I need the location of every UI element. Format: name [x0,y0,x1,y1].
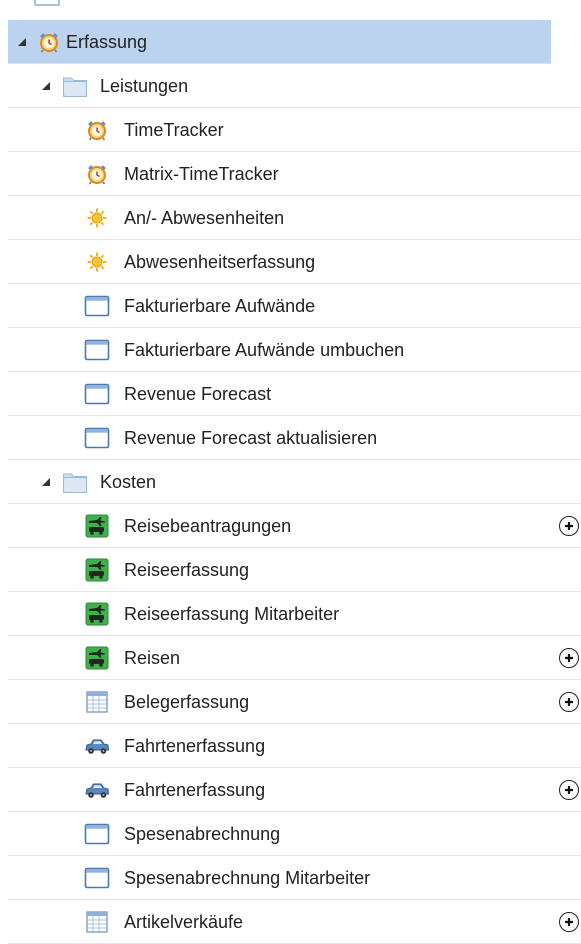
tree-label: Leistungen [100,76,189,96]
alarm-clock-icon [38,31,60,53]
tree-label: Fakturierbare Aufwände umbuchen [124,340,405,360]
tree-label: Matrix-TimeTracker [124,164,279,184]
tree-label: Belegerfassung [124,692,250,712]
tree-label: Reisen [124,648,181,668]
window-icon [84,382,110,406]
sun-icon [84,206,110,230]
travel-icon [84,602,110,626]
add-button[interactable] [559,911,579,932]
spreadsheet-icon [84,690,110,714]
tree-label: Artikelverkäufe [124,912,244,932]
add-button[interactable] [559,515,579,536]
tree-item-an-abwesenheiten[interactable]: An/- Abwesenheiten [8,196,581,240]
alarm-clock-icon [84,162,110,186]
tree-item-belegerfassung[interactable]: Belegerfassung [8,680,581,724]
window-icon [84,338,110,362]
tree-label: Fahrtenerfassung [124,736,266,756]
expand-toggle-icon[interactable] [42,82,50,90]
spreadsheet-icon [84,910,110,934]
expand-toggle-icon[interactable] [18,38,26,46]
tree-label: Fahrtenerfassung [124,780,266,800]
tree-label: Kosten [100,472,157,492]
tree-item-reiseerfassung-mitarbeiter[interactable]: Reiseerfassung Mitarbeiter [8,592,581,636]
tree-item-timetracker[interactable]: TimeTracker [8,108,581,152]
add-button[interactable] [559,779,579,800]
expand-toggle-icon[interactable] [42,478,50,486]
tree-root-erfassung[interactable]: Erfassung [8,20,551,64]
tree-label: Revenue Forecast [124,384,272,404]
tree-item-fakturierbare-aufwande[interactable]: Fakturierbare Aufwände [8,284,581,328]
tree-group-kosten[interactable]: Kosten [8,460,581,504]
sun-icon [84,250,110,274]
tree-item-abwesenheitserfassung[interactable]: Abwesenheitserfassung [8,240,581,284]
tree-label: Fakturierbare Aufwände [124,296,316,316]
travel-icon [84,514,110,538]
tree-label: Spesenabrechnung Mitarbeiter [124,868,371,888]
tree-item-revenue-forecast[interactable]: Revenue Forecast [8,372,581,416]
window-icon [34,0,60,6]
folder-icon [62,469,88,495]
tree-item-reisen[interactable]: Reisen [8,636,581,680]
tree-label: Erfassung [66,32,148,52]
car-icon [84,778,110,802]
tree-item-artikelverkaufe[interactable]: Artikelverkäufe [8,900,581,944]
tree-label: Spesenabrechnung [124,824,281,844]
window-icon [84,426,110,450]
tree-item-spesenabrechnung[interactable]: Spesenabrechnung [8,812,581,856]
travel-icon [84,558,110,582]
car-icon [84,734,110,758]
tree-item-spesenabrechnung-mitarbeiter[interactable]: Spesenabrechnung Mitarbeiter [8,856,581,900]
tree-item-reiseerfassung[interactable]: Reiseerfassung [8,548,581,592]
window-icon [84,866,110,890]
tree-item-matrix-timetracker[interactable]: Matrix-TimeTracker [8,152,581,196]
tree-label: Reisebeantragungen [124,516,292,536]
tree-label: Abwesenheitserfassung [124,252,316,272]
add-button[interactable] [559,647,579,668]
travel-icon [84,646,110,670]
tree-label: An/- Abwesenheiten [124,208,285,228]
tree-item-reisebeantragungen[interactable]: Reisebeantragungen [8,504,581,548]
alarm-clock-icon [84,118,110,142]
window-icon [84,294,110,318]
tree-label: Revenue Forecast aktualisieren [124,428,378,448]
tree-item-fahrtenerfassung[interactable]: Fahrtenerfassung [8,724,581,768]
tree-label: Reiseerfassung [124,560,250,580]
tree-label: Reiseerfassung Mitarbeiter [124,604,340,624]
navigation-tree: Erfassung Leistungen TimeTracker Matrix-… [8,20,581,944]
tree-label: TimeTracker [124,120,224,140]
add-button[interactable] [559,691,579,712]
tree-item-revenue-forecast-aktualisieren[interactable]: Revenue Forecast aktualisieren [8,416,581,460]
tree-item-fakturierbare-aufwande-umbuchen[interactable]: Fakturierbare Aufwände umbuchen [8,328,581,372]
tree-item-fahrtenerfassung[interactable]: Fahrtenerfassung [8,768,581,812]
tree-group-leistungen[interactable]: Leistungen [8,64,581,108]
folder-icon [62,73,88,99]
window-icon [84,822,110,846]
